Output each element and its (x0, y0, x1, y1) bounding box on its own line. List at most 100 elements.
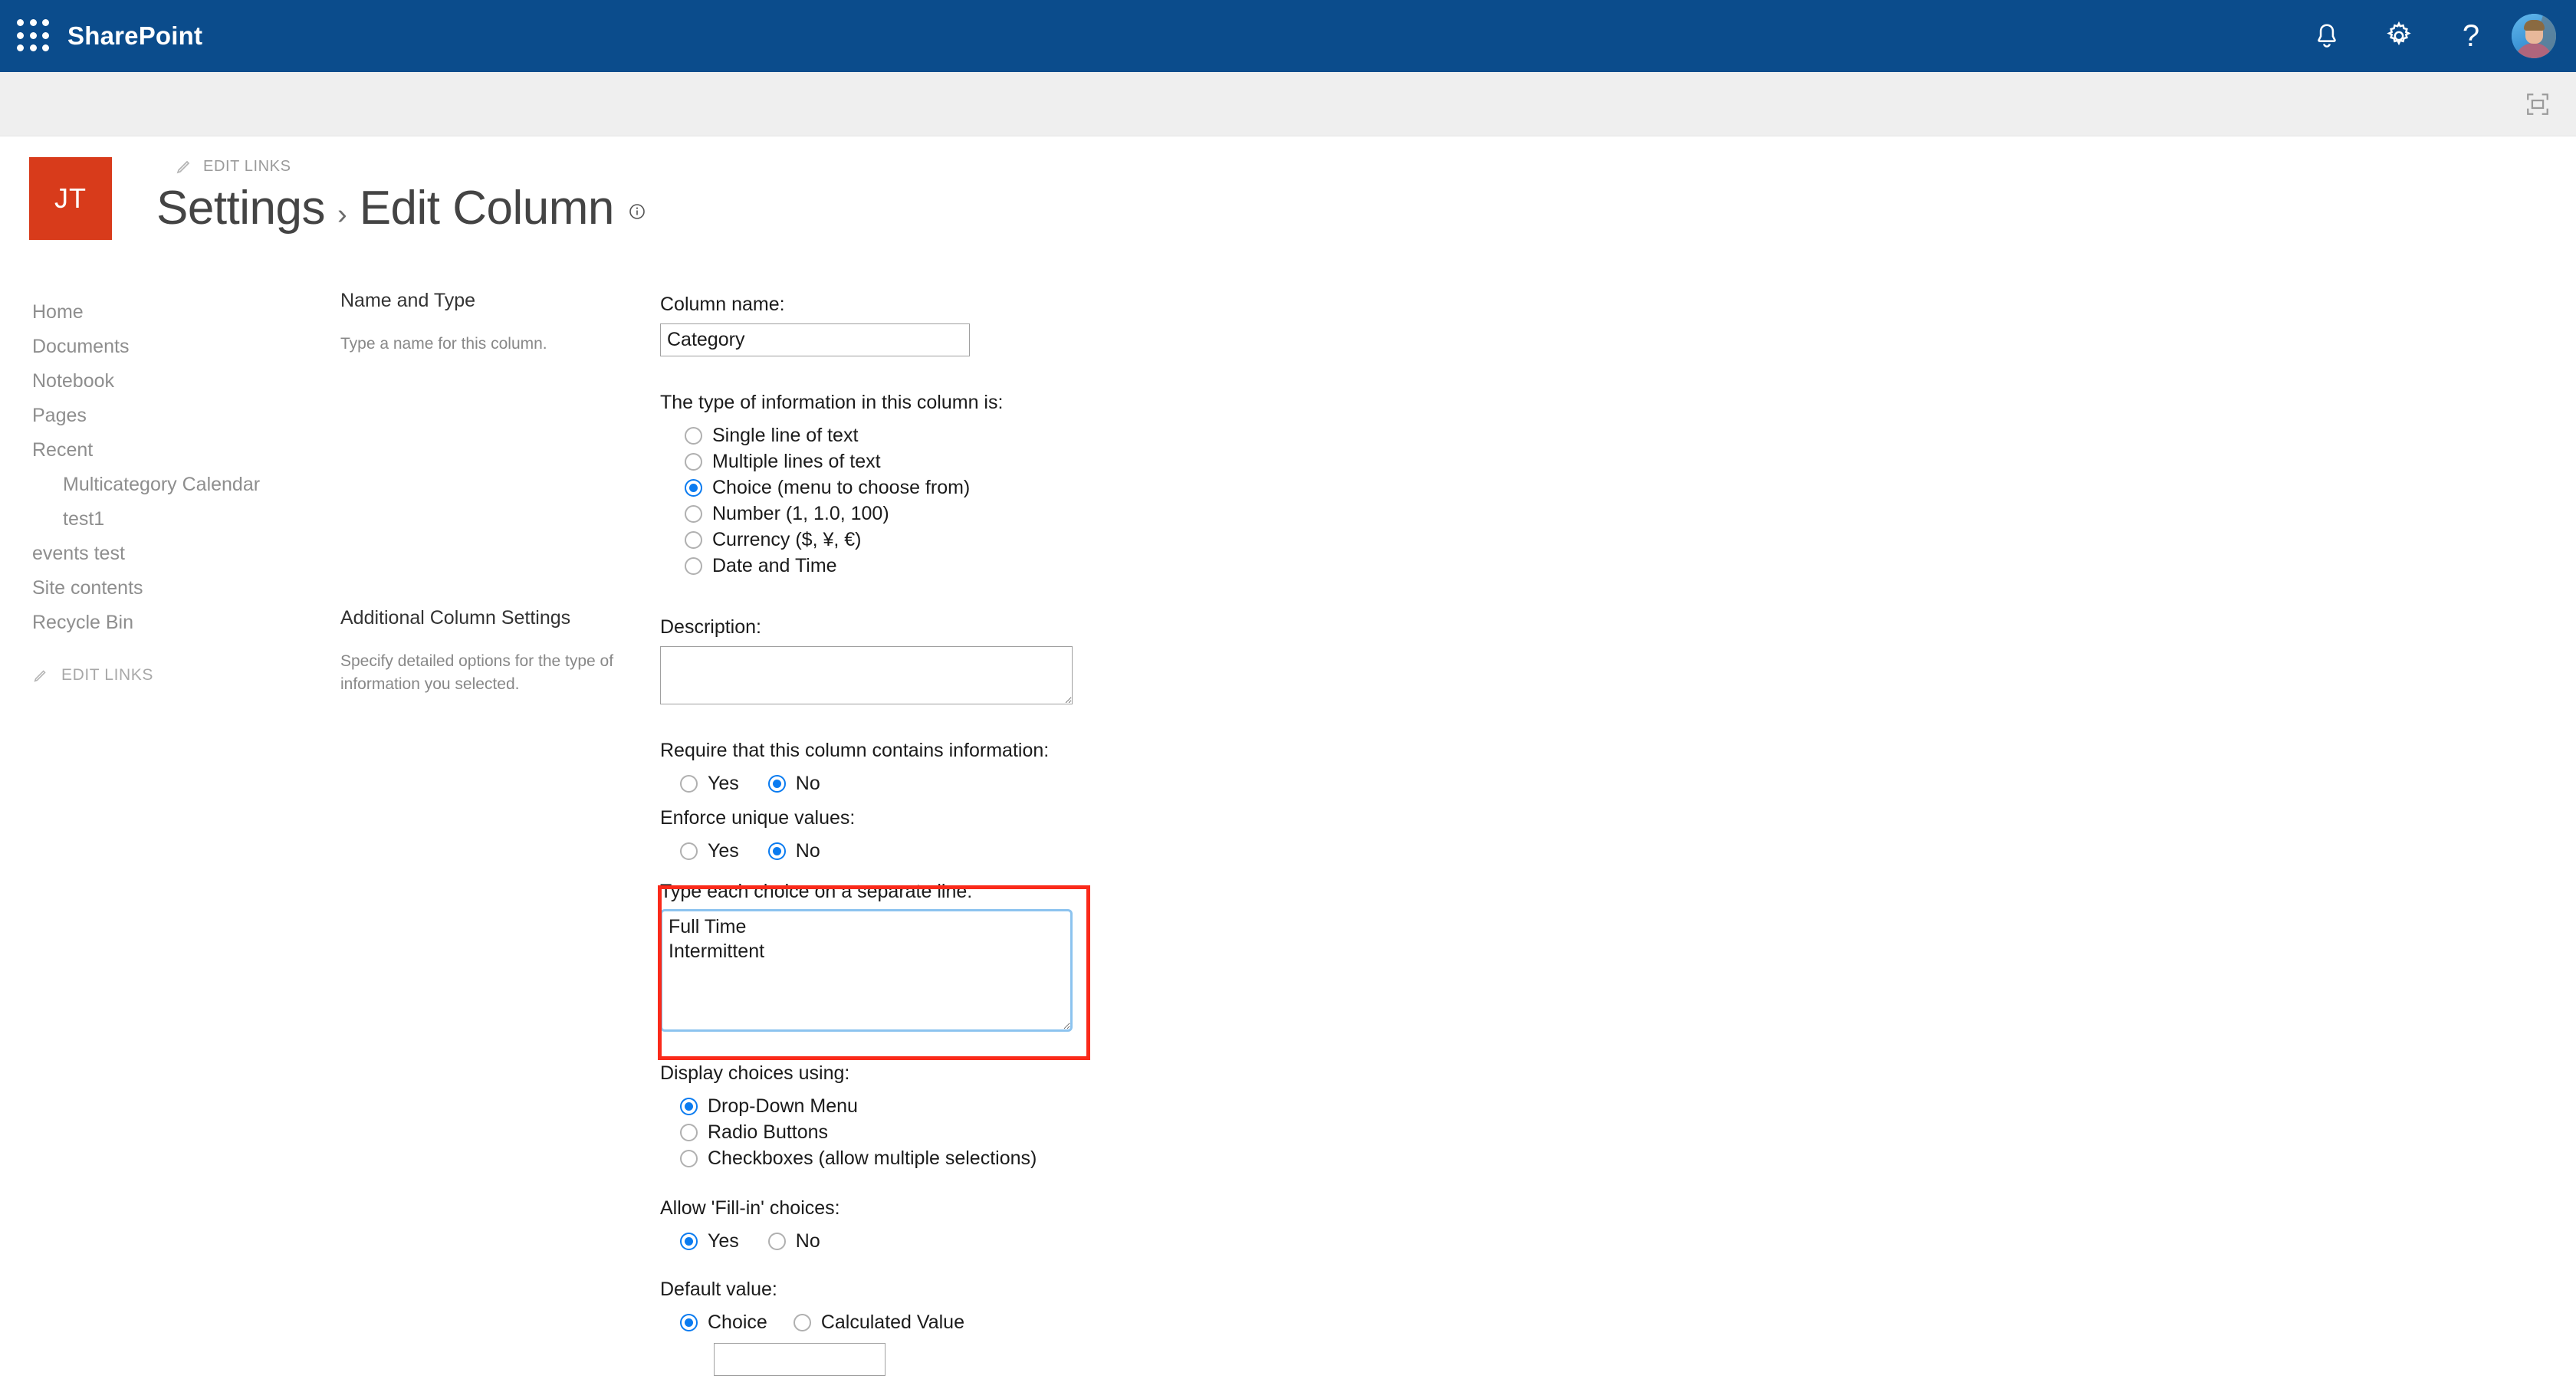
waffle-dot (17, 19, 24, 26)
waffle-dot (29, 31, 37, 39)
column-type-radio-group: Single line of text Multiple lines of tex… (685, 425, 1003, 577)
radio-label: Checkboxes (allow multiple selections) (708, 1147, 1037, 1169)
unique-yes-radio[interactable]: Yes (680, 840, 739, 862)
section-additional-settings-description: Additional Column Settings Specify detai… (340, 607, 647, 697)
radio-indicator (685, 427, 702, 445)
enforce-unique-radio-group: Yes No (680, 840, 1073, 862)
waffle-dot (42, 44, 50, 52)
waffle-dot (29, 19, 37, 26)
display-choices-label: Display choices using: (660, 1062, 850, 1084)
breadcrumb: Settings › Edit Column (156, 181, 646, 235)
section-name-and-type-description: Name and Type Type a name for this colum… (340, 290, 647, 356)
display-choices-option[interactable]: Radio Buttons (680, 1121, 1073, 1144)
require-no-radio[interactable]: No (767, 773, 820, 795)
radio-indicator (793, 1314, 811, 1331)
fillin-yes-radio[interactable]: Yes (680, 1230, 739, 1252)
settings-gear-icon[interactable] (2363, 0, 2435, 72)
radio-label: Single line of text (712, 425, 859, 446)
section-description: Specify detailed options for the type of… (340, 652, 614, 694)
display-choices-option[interactable]: Drop-Down Menu (680, 1095, 1073, 1118)
default-choice-radio[interactable]: Choice (680, 1312, 767, 1334)
radio-label: Multiple lines of text (712, 451, 881, 472)
radio-label: Choice (menu to choose from) (712, 477, 971, 498)
default-value-radio-group: Choice Calculated Value (680, 1312, 1073, 1334)
display-choices-radio-group: Drop-Down Menu Radio Buttons Checkboxes (a… (680, 1095, 1073, 1170)
require-information-radio-group: Yes No (680, 773, 1073, 795)
suite-actions: ? (2291, 0, 2576, 72)
help-glyph: ? (2462, 19, 2480, 53)
info-icon[interactable] (628, 202, 646, 225)
column-type-option[interactable]: Number (1, 1.0, 100) (685, 503, 1003, 525)
radio-indicator (680, 1124, 698, 1141)
column-type-option[interactable]: Date and Time (685, 555, 1003, 577)
nav-item[interactable]: Pages (0, 399, 330, 433)
radio-indicator (680, 842, 698, 860)
nav-item[interactable]: Notebook (0, 364, 330, 399)
default-value-input[interactable] (714, 1343, 886, 1376)
radio-label: Radio Buttons (708, 1121, 829, 1143)
breadcrumb-separator: › (337, 199, 347, 231)
unique-no-radio[interactable]: No (767, 840, 820, 862)
fillin-no-radio[interactable]: No (767, 1230, 820, 1252)
app-launcher-icon[interactable] (17, 19, 51, 53)
nav-item[interactable]: test1 (0, 502, 330, 537)
column-type-option[interactable]: Multiple lines of text (685, 451, 1003, 473)
radio-indicator (680, 1150, 698, 1167)
pencil-icon (176, 160, 190, 174)
notifications-bell-icon[interactable] (2291, 0, 2363, 72)
radio-indicator (680, 1098, 698, 1115)
sharepoint-brand-link[interactable]: SharePoint (67, 21, 202, 51)
radio-label: Currency ($, ¥, €) (712, 529, 862, 550)
left-navigation: Home Documents Notebook Pages Recent Multicat… (0, 295, 330, 691)
nav-item[interactable]: Home (0, 295, 330, 330)
waffle-dot (29, 44, 37, 52)
display-choices-option[interactable]: Checkboxes (allow multiple selections) (680, 1147, 1073, 1170)
description-label: Description: (660, 616, 761, 638)
section-additional-settings-fields: Description: Require that this column co… (660, 616, 1073, 1376)
edit-links-top[interactable]: EDIT LINKS (175, 157, 291, 176)
nav-item[interactable]: Recycle Bin (0, 606, 330, 640)
nav-item[interactable]: events test (0, 537, 330, 571)
nav-item[interactable]: Site contents (0, 571, 330, 606)
section-name-and-type-fields: Column name: The type of information in … (660, 294, 1003, 581)
column-type-option[interactable]: Single line of text (685, 425, 1003, 447)
avatar[interactable] (2512, 14, 2556, 58)
nav-item[interactable]: Multicategory Calendar (0, 468, 330, 502)
pencil-icon (34, 670, 46, 682)
choices-textarea[interactable]: Full Time Intermittent (660, 909, 1073, 1032)
column-name-label: Column name: (660, 294, 785, 315)
help-icon[interactable]: ? (2435, 0, 2507, 72)
radio-indicator (685, 557, 702, 575)
radio-label: Yes (708, 1230, 739, 1252)
nav-edit-links[interactable]: EDIT LINKS (0, 660, 330, 691)
breadcrumb-settings-link[interactable]: Settings (156, 181, 326, 235)
radio-label: Yes (708, 773, 739, 794)
site-header: JT EDIT LINKS Settings › Edit Column (0, 136, 2576, 274)
radio-indicator (767, 1233, 786, 1250)
description-textarea[interactable] (660, 646, 1073, 704)
nav-item[interactable]: Recent (0, 433, 330, 468)
choices-label: Type each choice on a separate line: (660, 881, 973, 902)
radio-label: Drop-Down Menu (708, 1095, 858, 1117)
radio-indicator (680, 775, 698, 793)
column-type-option[interactable]: Choice (menu to choose from) (685, 477, 1003, 499)
waffle-dot (42, 19, 50, 26)
require-information-label: Require that this column contains inform… (660, 740, 1050, 761)
radio-indicator (685, 531, 702, 549)
radio-label: No (795, 1230, 820, 1252)
allow-fillin-label: Allow 'Fill-in' choices: (660, 1197, 840, 1219)
column-type-option[interactable]: Currency ($, ¥, €) (685, 529, 1003, 551)
site-logo[interactable]: JT (29, 157, 112, 240)
column-name-input[interactable] (660, 323, 970, 356)
radio-indicator (685, 479, 702, 497)
nav-item[interactable]: Documents (0, 330, 330, 364)
section-title: Additional Column Settings (340, 607, 571, 629)
radio-label: No (795, 840, 820, 862)
choices-textarea-group: Type each choice on a separate line: Ful… (660, 881, 1073, 1032)
default-calculated-radio[interactable]: Calculated Value (793, 1312, 964, 1334)
avatar-hair (2524, 20, 2545, 31)
radio-label: No (795, 773, 820, 794)
radio-indicator (680, 1314, 698, 1331)
require-yes-radio[interactable]: Yes (680, 773, 739, 795)
focus-on-content-icon[interactable] (2518, 84, 2558, 124)
